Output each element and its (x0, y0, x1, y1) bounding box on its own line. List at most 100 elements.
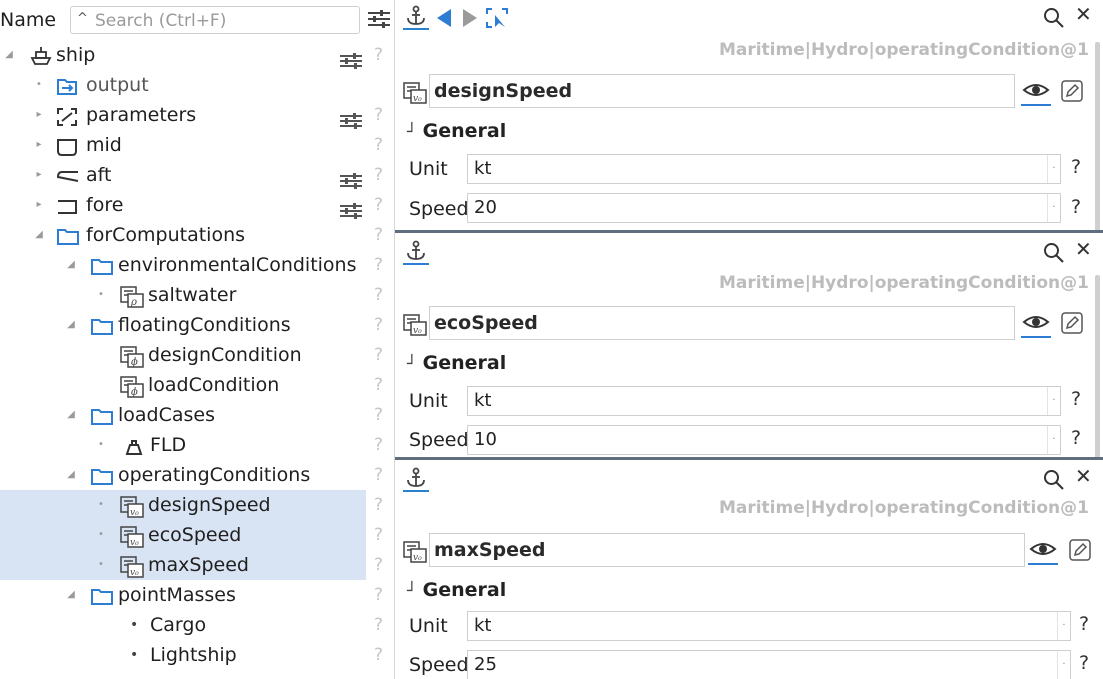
eye-icon[interactable] (1028, 537, 1058, 565)
collapse-arrow-icon[interactable]: ◢ (4, 40, 14, 70)
help-mark[interactable]: ? (374, 430, 383, 460)
anchor-icon[interactable] (403, 466, 429, 492)
chevron-up-icon[interactable]: ^ (77, 11, 88, 26)
tree-node-pointmasses[interactable]: ◢ pointMasses ? (0, 580, 394, 610)
tree-node-mid[interactable]: ▸ mid ? (0, 130, 394, 160)
help-mark[interactable]: ? (1079, 613, 1089, 635)
collapse-corner-icon[interactable]: ┘ (407, 581, 417, 600)
section-general[interactable]: ┘ General (407, 579, 506, 601)
help-mark[interactable]: ? (374, 40, 383, 70)
edit-icon[interactable] (1061, 312, 1083, 334)
close-icon[interactable]: ✕ (1075, 464, 1092, 488)
unit-field[interactable]: kt · (467, 154, 1061, 184)
collapse-corner-icon[interactable]: ┘ (407, 122, 417, 141)
tree-node-environmentalconditions[interactable]: ◢ environmentalConditions ? (0, 250, 394, 280)
eye-icon[interactable] (1021, 310, 1051, 338)
collapse-arrow-icon[interactable]: ◢ (66, 400, 76, 430)
help-mark[interactable]: ? (1071, 427, 1081, 449)
tree-node-designspeed[interactable]: • v₀ designSpeed ? (0, 490, 383, 520)
expand-arrow-icon[interactable]: ▸ (34, 100, 44, 130)
search-icon[interactable] (1043, 469, 1065, 495)
tree-node-aft[interactable]: ▸ aft ? (0, 160, 394, 190)
help-mark[interactable]: ? (1079, 652, 1089, 674)
help-mark[interactable]: ? (374, 370, 383, 400)
collapse-corner-icon[interactable]: ┘ (407, 354, 417, 373)
anchor-icon[interactable] (403, 239, 429, 265)
tree-node-designcondition[interactable]: ϕ designCondition ? (0, 340, 394, 370)
help-mark[interactable]: ? (374, 460, 383, 490)
tree-node-output[interactable]: • output (0, 70, 394, 100)
tree-node-saltwater[interactable]: • ρ saltwater ? (0, 280, 394, 310)
help-mark[interactable]: ? (374, 520, 383, 550)
collapse-arrow-icon[interactable]: ◢ (34, 220, 44, 250)
vertical-scrollbar[interactable] (1095, 275, 1100, 460)
eye-icon[interactable] (1021, 78, 1051, 106)
search-icon[interactable] (1043, 7, 1065, 33)
help-mark[interactable]: ? (374, 130, 383, 160)
help-mark[interactable]: ? (374, 610, 383, 640)
help-mark[interactable]: ? (374, 160, 383, 190)
tree-node-fore[interactable]: ▸ fore ? (0, 190, 394, 220)
collapse-arrow-icon[interactable]: ◢ (66, 250, 76, 280)
tree-search-input[interactable] (93, 8, 359, 34)
speed-field[interactable]: 20 · (467, 193, 1061, 223)
object-name-field[interactable]: maxSpeed (429, 533, 1025, 567)
tree-node-fld[interactable]: • FLD ? (0, 430, 394, 460)
section-general[interactable]: ┘ General (407, 352, 506, 374)
speed-field[interactable]: 25 · (467, 650, 1071, 679)
dropdown-dot-icon[interactable]: · (1057, 612, 1070, 640)
tree-node-cargo[interactable]: • Cargo ? (0, 610, 394, 640)
close-icon[interactable]: ✕ (1075, 2, 1092, 26)
tree-search-box[interactable]: ^ (70, 6, 360, 34)
help-mark[interactable]: ? (374, 310, 383, 340)
help-mark[interactable]: ? (374, 340, 383, 370)
search-icon[interactable] (1043, 242, 1065, 268)
panel-splitter[interactable] (395, 230, 1103, 233)
help-mark[interactable]: ? (374, 100, 383, 130)
tree-node-forcomputations[interactable]: ◢ forComputations ? (0, 220, 394, 250)
help-mark[interactable]: ? (374, 250, 383, 280)
unit-field[interactable]: kt · (467, 386, 1061, 416)
help-mark[interactable]: ? (374, 190, 383, 220)
dropdown-dot-icon[interactable]: · (1047, 194, 1060, 222)
expand-arrow-icon[interactable]: ▸ (34, 160, 44, 190)
close-icon[interactable]: ✕ (1075, 237, 1092, 261)
panel-splitter[interactable] (395, 457, 1103, 460)
help-mark[interactable]: ? (374, 220, 383, 250)
dropdown-dot-icon[interactable]: · (1057, 651, 1070, 679)
tree-node-ecospeed[interactable]: • v₀ ecoSpeed ? (0, 520, 383, 550)
vertical-scrollbar[interactable] (1095, 42, 1100, 232)
help-mark[interactable]: ? (374, 550, 383, 580)
tree-node-maxspeed[interactable]: • v₀ maxSpeed ? (0, 550, 383, 580)
anchor-icon[interactable] (403, 4, 429, 30)
dropdown-dot-icon[interactable]: · (1047, 155, 1060, 183)
tree-node-operatingconditions[interactable]: ◢ operatingConditions ? (0, 460, 394, 490)
help-mark[interactable]: ? (1071, 156, 1081, 178)
section-general[interactable]: ┘ General (407, 120, 506, 142)
tree-node-ship[interactable]: ◢ ship ? (0, 40, 394, 70)
help-mark[interactable]: ? (1071, 388, 1081, 410)
collapse-arrow-icon[interactable]: ◢ (66, 310, 76, 340)
dropdown-dot-icon[interactable]: · (1047, 426, 1060, 454)
tree-node-floatingconditions[interactable]: ◢ floatingConditions ? (0, 310, 394, 340)
help-mark[interactable]: ? (374, 640, 383, 670)
object-name-field[interactable]: designSpeed (429, 74, 1015, 108)
help-mark[interactable]: ? (374, 400, 383, 430)
tree-node-lightship[interactable]: • Lightship ? (0, 640, 394, 670)
collapse-arrow-icon[interactable]: ◢ (66, 580, 76, 610)
expand-arrow-icon[interactable]: ▸ (34, 190, 44, 220)
help-mark[interactable]: ? (374, 490, 383, 520)
filter-sliders-icon[interactable] (368, 10, 390, 32)
collapse-arrow-icon[interactable]: ◢ (66, 460, 76, 490)
speed-field[interactable]: 10 · (467, 425, 1061, 455)
object-name-field[interactable]: ecoSpeed (429, 306, 1015, 340)
edit-icon[interactable] (1069, 539, 1091, 561)
help-mark[interactable]: ? (374, 580, 383, 610)
unit-field[interactable]: kt · (467, 611, 1071, 641)
expand-arrow-icon[interactable]: ▸ (34, 130, 44, 160)
edit-icon[interactable] (1061, 80, 1083, 102)
dropdown-dot-icon[interactable]: · (1047, 387, 1060, 415)
tree-node-loadcases[interactable]: ◢ loadCases ? (0, 400, 394, 430)
help-mark[interactable]: ? (1071, 196, 1081, 218)
help-mark[interactable]: ? (374, 280, 383, 310)
